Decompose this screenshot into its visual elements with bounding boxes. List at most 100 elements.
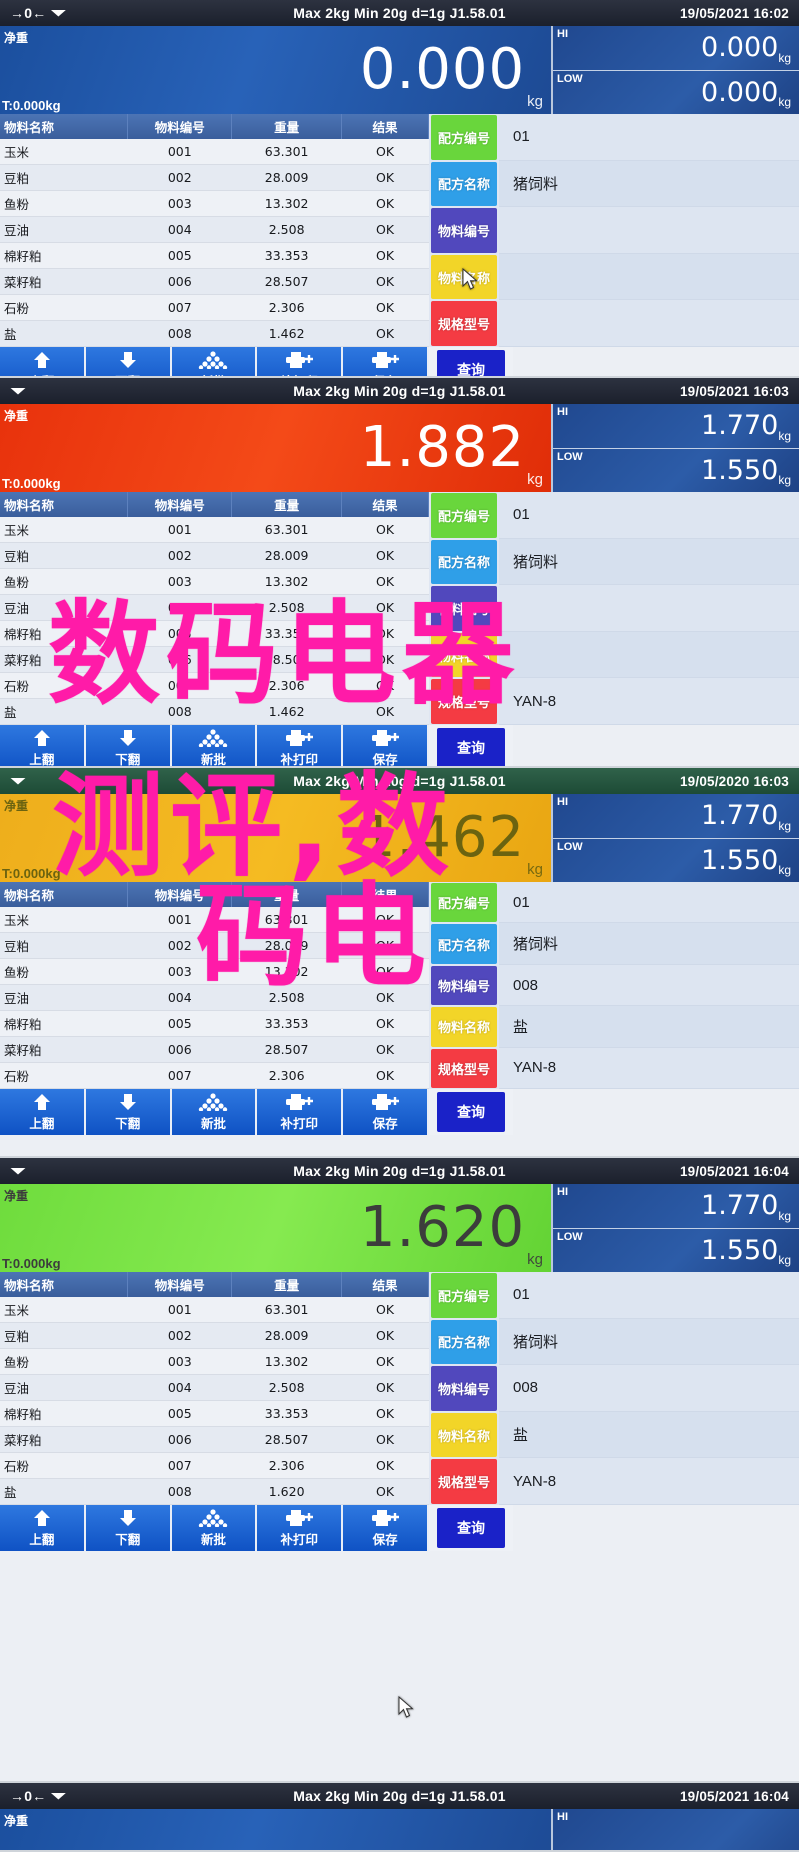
toolbar-button-上翻[interactable]: 上翻 [0,1505,86,1551]
table-row[interactable]: 鱼粉 003 13.302 OK [0,190,429,217]
table-row[interactable]: 棉籽粕 005 33.353 OK [0,1400,429,1427]
form-value-3[interactable]: 盐 [499,1006,799,1048]
toolbar-button-保存[interactable]: 保存 [343,725,429,766]
form-value-2[interactable] [499,207,799,254]
form-key-规格型号[interactable]: 规格型号 [431,1459,497,1504]
form-key-物料名称[interactable]: 物料名称 [431,632,497,678]
form-key-配方编号[interactable]: 配方编号 [431,493,497,538]
form-key-物料名称[interactable]: 物料名称 [431,1412,497,1458]
form-value-1[interactable]: 猪饲料 [499,538,799,586]
table-body-2[interactable]: 玉米 001 63.301 OK 豆粕 002 28.009 OK 鱼粉 003 13.302 OK 豆… [0,517,429,725]
form-value-3[interactable] [499,253,799,301]
table-row[interactable]: 盐 008 1.620 OK [0,1478,429,1505]
form-key-物料编号[interactable]: 物料编号 [431,586,497,631]
toolbar-button-上翻[interactable]: 上翻 [0,347,86,376]
toolbar-button-补打印[interactable]: 补打印 [257,1089,344,1135]
table-row[interactable]: 豆粕 002 28.009 OK [0,932,429,959]
table-row[interactable]: 棉籽粕 005 33.353 OK [0,1010,429,1037]
table-row[interactable]: 玉米 001 63.301 OK [0,517,429,543]
toolbar-button-保存[interactable]: 保存 [343,1089,429,1135]
table-row[interactable]: 鱼粉 003 13.302 OK [0,1348,429,1375]
form-key-配方编号[interactable]: 配方编号 [431,1273,497,1318]
table-row[interactable]: 豆粕 002 28.009 OK [0,542,429,569]
toolbar-button-下翻[interactable]: 下翻 [85,347,172,376]
table-row[interactable]: 棉籽粕 005 33.353 OK [0,242,429,269]
form-key-规格型号[interactable]: 规格型号 [431,301,497,346]
table-row[interactable]: 石粉 007 2.306 OK [0,294,429,321]
form-value-4[interactable] [499,300,799,347]
query-button[interactable]: 查询 [437,1092,505,1132]
table-row[interactable]: 玉米 001 63.301 OK [0,139,429,165]
table-row[interactable]: 豆粕 002 28.009 OK [0,1322,429,1349]
toolbar-button-下翻[interactable]: 下翻 [85,1505,172,1551]
toolbar-button-保存[interactable]: 保存 [343,347,429,376]
form-key-配方名称[interactable]: 配方名称 [431,924,497,964]
toolbar-button-保存[interactable]: 保存 [343,1505,429,1551]
table-row[interactable]: 豆油 004 2.508 OK [0,1374,429,1401]
toolbar-button-上翻[interactable]: 上翻 [0,725,86,766]
toolbar-button-新批[interactable]: 新批 [171,725,258,766]
table-row[interactable]: 盐 008 1.462 OK [0,320,429,347]
toolbar-button-补打印[interactable]: 补打印 [257,347,344,376]
query-button[interactable]: 查询 [437,350,505,376]
form-value-2[interactable]: 008 [499,965,799,1007]
table-row[interactable]: 鱼粉 003 13.302 OK [0,568,429,595]
toolbar-button-补打印[interactable]: 补打印 [257,725,344,766]
form-value-1[interactable]: 猪饲料 [499,923,799,965]
form-value-4[interactable]: YAN-8 [499,1458,799,1505]
table-row[interactable]: 盐 008 1.462 OK [0,698,429,725]
table-row[interactable]: 石粉 007 2.306 OK [0,1062,429,1089]
query-button[interactable]: 查询 [437,728,505,766]
table-row[interactable]: 豆油 004 2.508 OK [0,216,429,243]
form-value-0[interactable]: 01 [499,114,799,161]
table-row[interactable]: 菜籽粕 006 28.507 OK [0,646,429,673]
action-toolbar[interactable]: 上翻 下翻 新批 补打印 保存 [0,1505,429,1551]
form-key-物料编号[interactable]: 物料编号 [431,1366,497,1411]
form-key-配方名称[interactable]: 配方名称 [431,539,497,585]
table-row[interactable]: 玉米 001 63.301 OK [0,907,429,933]
table-row[interactable]: 豆油 004 2.508 OK [0,984,429,1011]
toolbar-button-下翻[interactable]: 下翻 [85,1089,172,1135]
form-value-4[interactable]: YAN-8 [499,678,799,725]
form-key-物料名称[interactable]: 物料名称 [431,1007,497,1047]
table-body-4[interactable]: 玉米 001 63.301 OK 豆粕 002 28.009 OK 鱼粉 003 13.302 OK 豆… [0,1297,429,1505]
toolbar-button-上翻[interactable]: 上翻 [0,1089,86,1135]
table-row[interactable]: 菜籽粕 006 28.507 OK [0,268,429,295]
table-body-1[interactable]: 玉米 001 63.301 OK 豆粕 002 28.009 OK 鱼粉 003 13.302 OK 豆… [0,139,429,347]
form-key-物料名称[interactable]: 物料名称 [431,254,497,300]
form-key-配方名称[interactable]: 配方名称 [431,161,497,207]
form-key-规格型号[interactable]: 规格型号 [431,1048,497,1089]
action-toolbar[interactable]: 上翻 下翻 新批 补打印 保存 [0,725,429,766]
table-row[interactable]: 玉米 001 63.301 OK [0,1297,429,1323]
toolbar-button-新批[interactable]: 新批 [171,1505,258,1551]
form-key-配方名称[interactable]: 配方名称 [431,1319,497,1365]
action-toolbar[interactable]: 上翻 下翻 新批 补打印 保存 [0,1089,429,1135]
table-row[interactable]: 棉籽粕 005 33.353 OK [0,620,429,647]
query-button[interactable]: 查询 [437,1508,505,1548]
form-key-物料编号[interactable]: 物料编号 [431,965,497,1006]
form-value-0[interactable]: 01 [499,492,799,539]
form-value-0[interactable]: 01 [499,1272,799,1319]
table-row[interactable]: 豆油 004 2.508 OK [0,594,429,621]
toolbar-button-下翻[interactable]: 下翻 [85,725,172,766]
form-key-配方编号[interactable]: 配方编号 [431,115,497,160]
form-key-物料编号[interactable]: 物料编号 [431,208,497,253]
table-row[interactable]: 石粉 007 2.306 OK [0,672,429,699]
action-toolbar[interactable]: 上翻 下翻 新批 补打印 保存 [0,347,429,376]
form-value-2[interactable]: 008 [499,1365,799,1412]
table-row[interactable]: 豆粕 002 28.009 OK [0,164,429,191]
form-value-0[interactable]: 01 [499,882,799,924]
toolbar-button-新批[interactable]: 新批 [171,347,258,376]
form-value-3[interactable] [499,631,799,679]
form-value-1[interactable]: 猪饲料 [499,160,799,208]
table-row[interactable]: 菜籽粕 006 28.507 OK [0,1036,429,1063]
toolbar-button-新批[interactable]: 新批 [171,1089,258,1135]
form-value-2[interactable] [499,585,799,632]
form-value-4[interactable]: YAN-8 [499,1048,799,1090]
table-row[interactable]: 鱼粉 003 13.302 OK [0,958,429,985]
table-row[interactable]: 石粉 007 2.306 OK [0,1452,429,1479]
form-key-规格型号[interactable]: 规格型号 [431,679,497,724]
form-value-3[interactable]: 盐 [499,1411,799,1459]
table-row[interactable]: 菜籽粕 006 28.507 OK [0,1426,429,1453]
table-body-3[interactable]: 玉米 001 63.301 OK 豆粕 002 28.009 OK 鱼粉 003 13.302 OK 豆… [0,907,429,1089]
